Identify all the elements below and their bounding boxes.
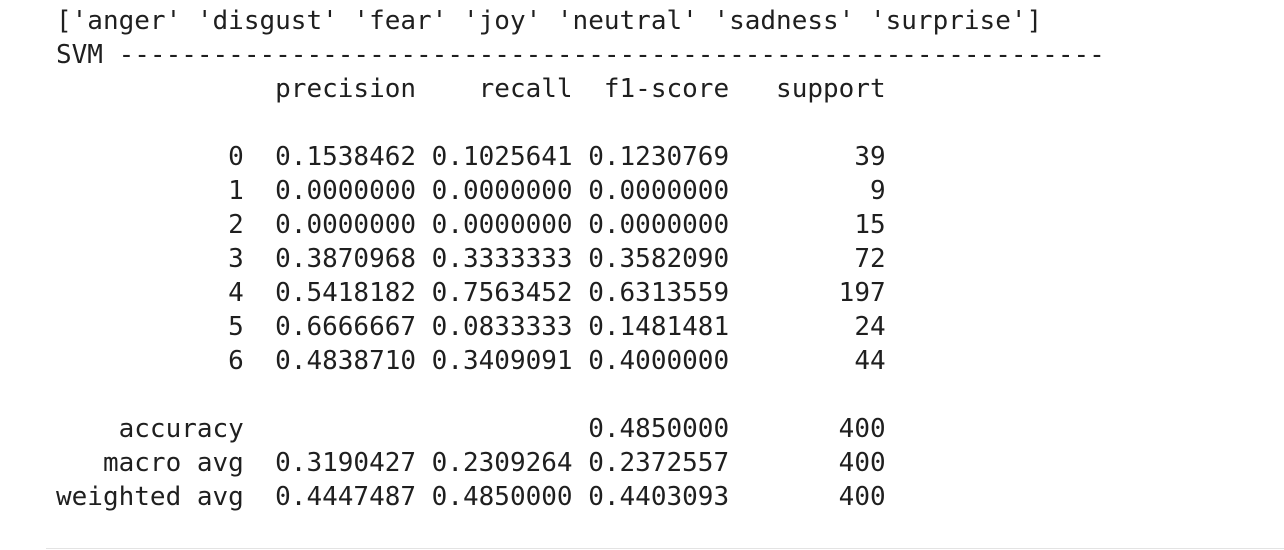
cell-divider: [46, 548, 1284, 549]
report-row: 3 0.3870968 0.3333333 0.3582090 72: [56, 244, 886, 274]
report-row: 5 0.6666667 0.0833333 0.1481481 24: [56, 312, 886, 342]
summary-row-accuracy: accuracy 0.4850000 400: [56, 414, 886, 444]
summary-row-macro-avg: macro avg 0.3190427 0.2309264 0.2372557 …: [56, 448, 886, 478]
labels-line: ['anger' 'disgust' 'fear' 'joy' 'neutral…: [56, 6, 1043, 36]
cell-output: ['anger' 'disgust' 'fear' 'joy' 'neutral…: [56, 4, 1105, 514]
report-row: 4 0.5418182 0.7563452 0.6313559 197: [56, 278, 886, 308]
columns-header: precision recall f1-score support: [56, 74, 886, 104]
summary-row-weighted-avg: weighted avg 0.4447487 0.4850000 0.44030…: [56, 482, 886, 512]
report-row: 0 0.1538462 0.1025641 0.1230769 39: [56, 142, 886, 172]
model-header: SVM ------------------------------------…: [56, 40, 1105, 70]
report-row: 1 0.0000000 0.0000000 0.0000000 9: [56, 176, 886, 206]
report-row: 6 0.4838710 0.3409091 0.4000000 44: [56, 346, 886, 376]
report-row: 2 0.0000000 0.0000000 0.0000000 15: [56, 210, 886, 240]
